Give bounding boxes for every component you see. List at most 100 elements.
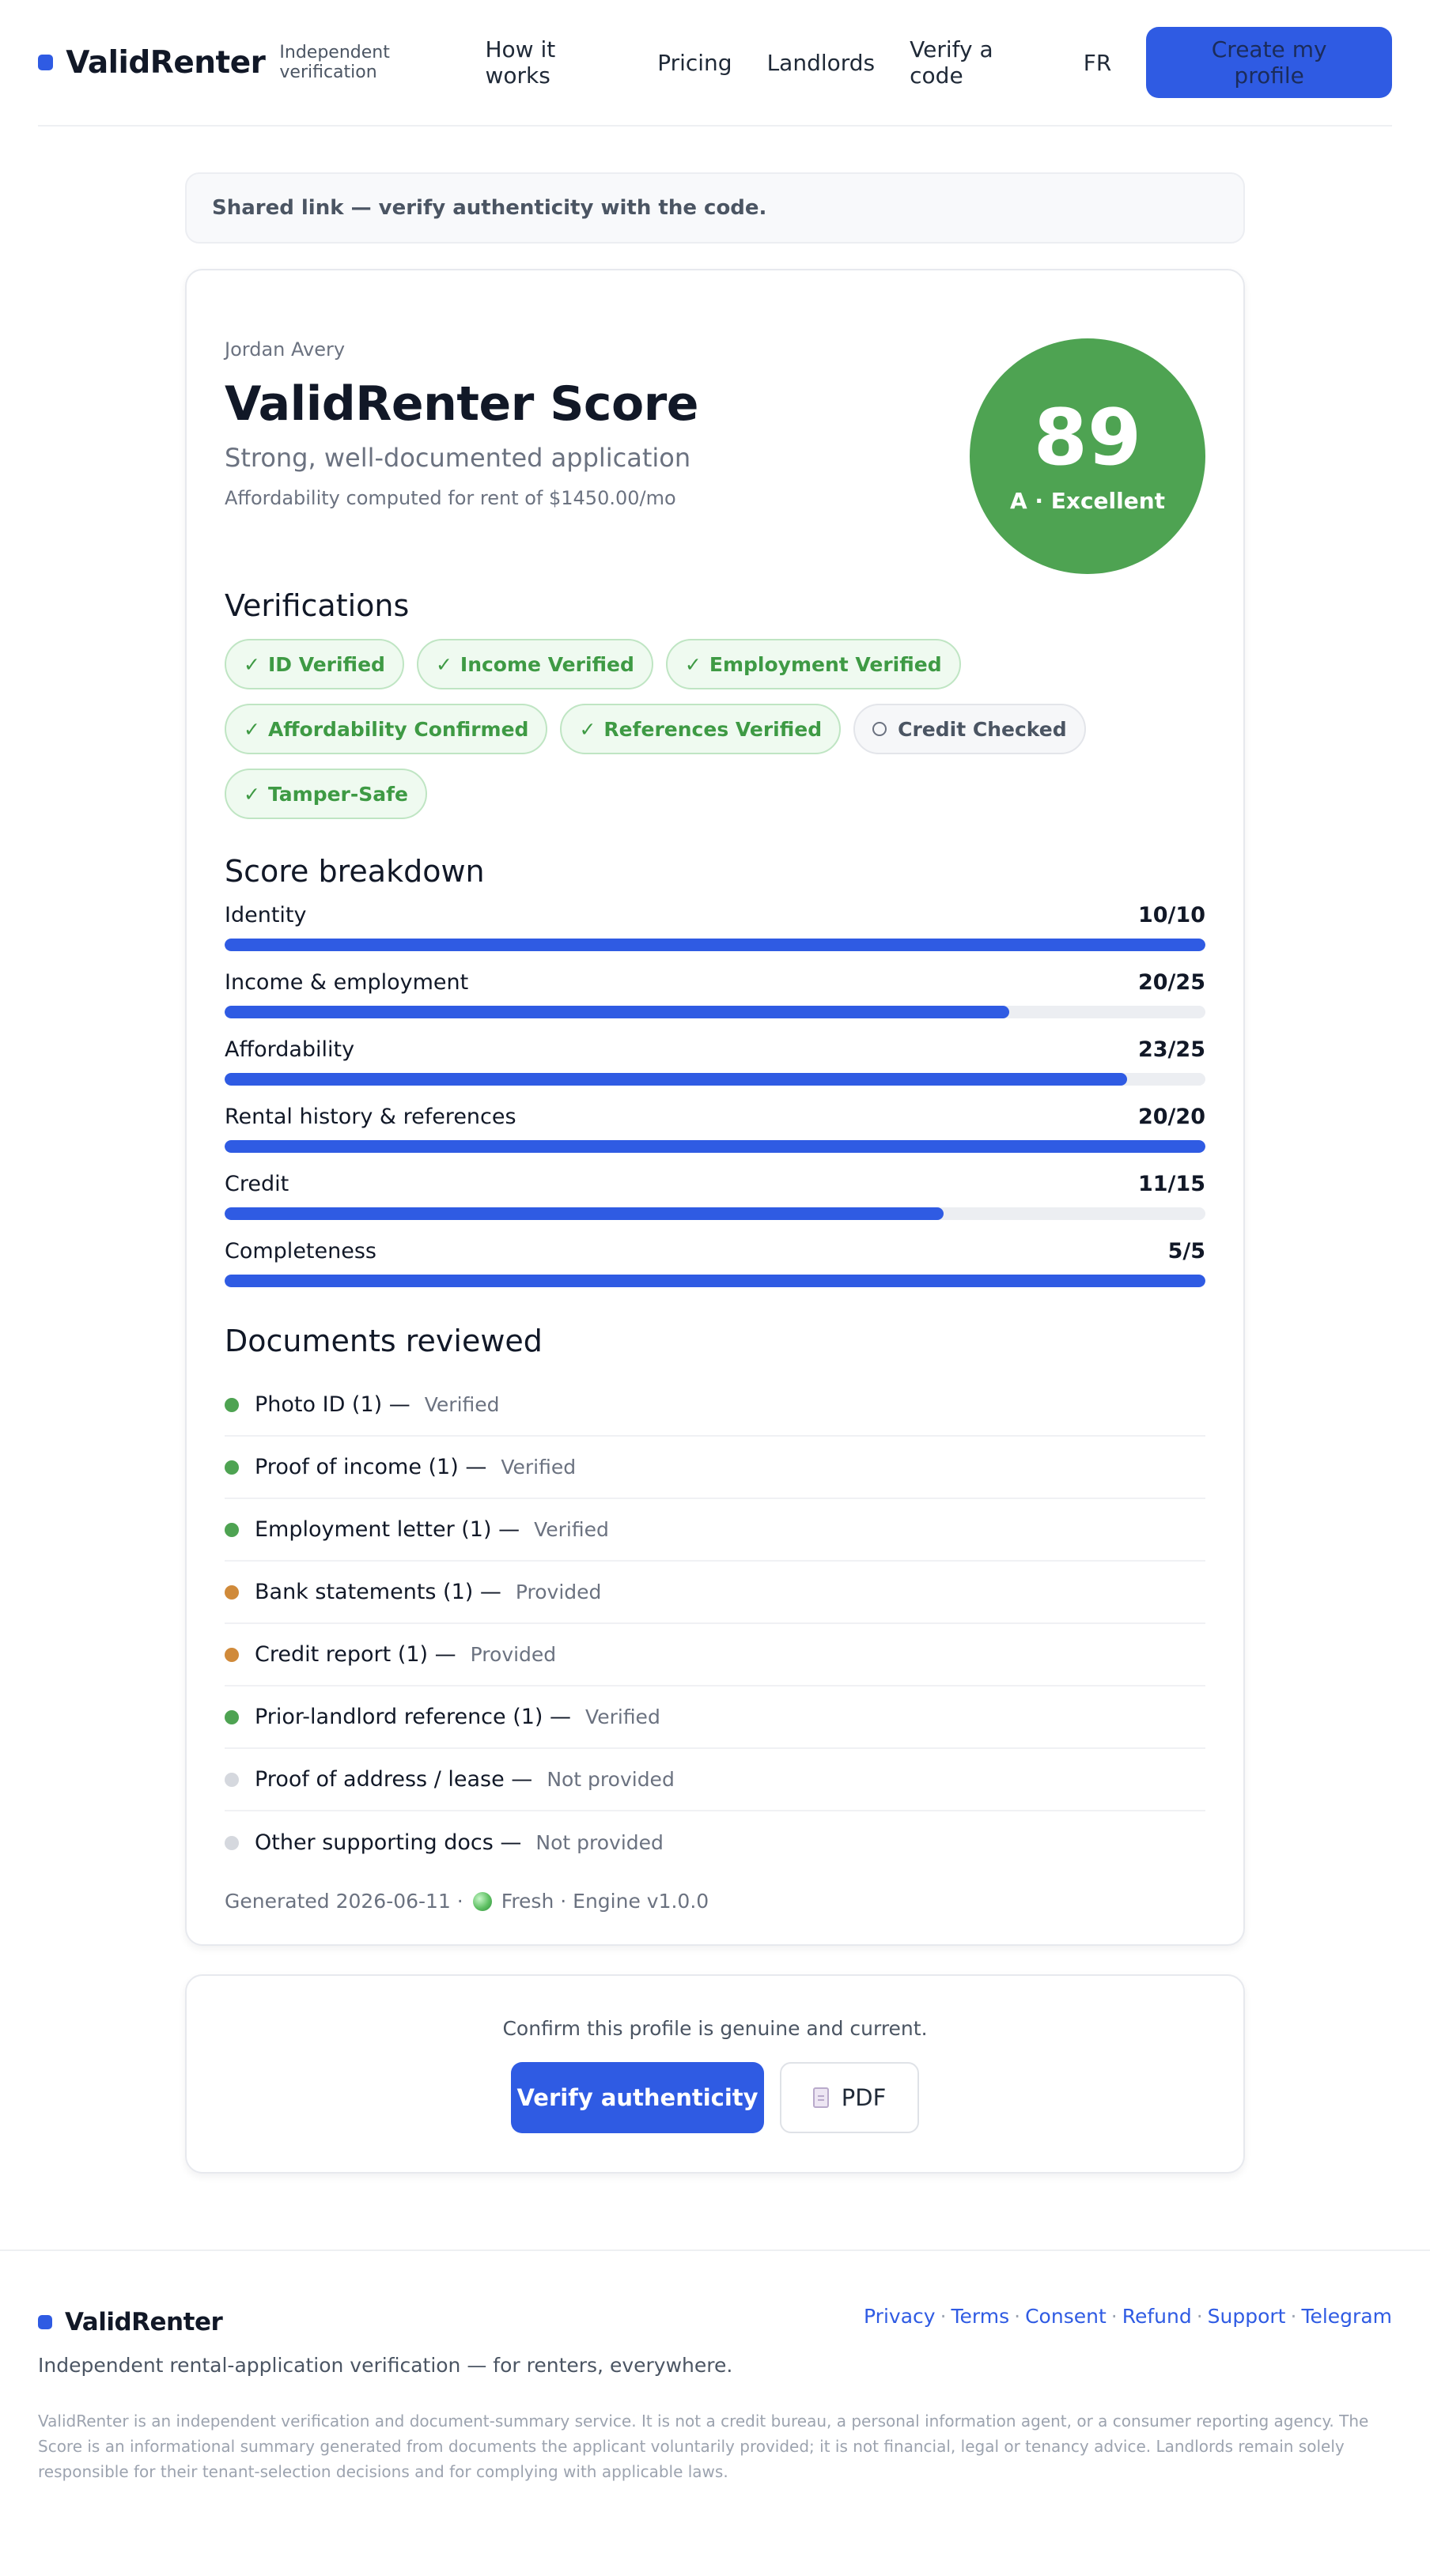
footer-link-privacy[interactable]: Privacy (864, 2305, 936, 2336)
score-breakdown: Identity 10/10 Income & employment 20/25 A… (225, 903, 1205, 1287)
list-item: Other supporting docs — Not provided (225, 1811, 1205, 1874)
status-badge: Verified (585, 1705, 660, 1728)
list-item: Bank statements (1) — Provided (225, 1562, 1205, 1624)
breakdown-score: 20/20 (1137, 1105, 1205, 1129)
breakdown-score: 5/5 (1167, 1239, 1205, 1263)
status-badge: Not provided (535, 1831, 664, 1854)
list-item: Proof of address / lease — Not provided (225, 1749, 1205, 1811)
progress-fill (225, 1073, 1127, 1086)
verifications-title: Verifications (225, 588, 410, 623)
brand-logo[interactable]: ValidRenter Independent verification (38, 43, 485, 82)
score-value: 89 (1033, 392, 1142, 483)
generated-info: Generated 2026-06-11 · Fresh · Engine v1… (225, 1890, 1205, 1913)
breakdown-label: Rental history & references (225, 1105, 516, 1129)
verify-authenticity-button[interactable]: Verify authenticity (511, 2062, 764, 2133)
circle-icon (872, 722, 887, 736)
verification-pills: ✓ ID Verified ✓ Income Verified ✓ Employmen… (225, 639, 1205, 819)
breakdown-label: Affordability (225, 1037, 355, 1062)
check-icon: ✓ (684, 652, 702, 676)
footer-link-telegram[interactable]: Telegram (1301, 2305, 1392, 2336)
check-icon: ✓ (244, 717, 260, 741)
breakdown-label: Income & employment (225, 970, 469, 995)
nav-landlords[interactable]: Landlords (767, 50, 876, 76)
nav-language-toggle[interactable]: FR (1084, 50, 1112, 76)
brand-mark-icon (38, 2315, 52, 2329)
legal-disclaimer: ValidRenter is an independent verificati… (38, 2412, 1369, 2481)
breakdown-row-credit: Credit 11/15 (225, 1172, 1205, 1220)
nav-verify-code[interactable]: Verify a code (910, 36, 1049, 89)
footer-link-consent[interactable]: Consent (1025, 2305, 1107, 2336)
nav-how-it-works[interactable]: How it works (485, 36, 622, 89)
list-item: Proof of income (1) — Verified (225, 1437, 1205, 1499)
create-profile-button[interactable]: Create my profile (1146, 27, 1392, 98)
footer-link-refund[interactable]: Refund (1122, 2305, 1192, 2336)
progress-track (225, 1006, 1205, 1018)
fresh-status-icon (472, 1891, 492, 1911)
list-item: Credit report (1) — Provided (225, 1624, 1205, 1686)
footer-brand[interactable]: ValidRenter (38, 2308, 223, 2336)
status-dot-icon (225, 1522, 239, 1537)
breakdown-label: Credit (225, 1172, 289, 1196)
status-badge: Not provided (547, 1768, 675, 1791)
progress-track (225, 1275, 1205, 1287)
list-item: Prior-landlord reference (1) — Verified (225, 1686, 1205, 1749)
breakdown-title: Score breakdown (225, 854, 485, 889)
site-footer: ValidRenter Privacy · Terms · Consent · Ref… (0, 2249, 1430, 2484)
document-icon (812, 2087, 829, 2108)
pill-id-verified: ✓ ID Verified (225, 639, 404, 689)
score-card: Jordan Avery ValidRenter Score Strong, w… (185, 269, 1245, 1946)
progress-fill (225, 1207, 944, 1220)
status-badge: Provided (470, 1643, 557, 1666)
documents-title: Documents reviewed (225, 1324, 543, 1358)
breakdown-score: 20/25 (1137, 970, 1205, 995)
status-badge: Verified (534, 1518, 609, 1541)
score-badge: 89 A · Excellent (970, 338, 1205, 574)
breakdown-row-rental-history: Rental history & references 20/20 (225, 1105, 1205, 1153)
pill-employment-verified: ✓ Employment Verified (665, 639, 961, 689)
status-dot-icon (225, 1772, 239, 1787)
confirm-text: Confirm this profile is genuine and curr… (502, 2017, 928, 2040)
status-dot-icon (225, 1709, 239, 1724)
pdf-button[interactable]: PDF (780, 2062, 919, 2133)
documents-list: Photo ID (1) — Verified Proof of income (… (225, 1374, 1205, 1874)
pill-references-verified: ✓ References Verified (560, 704, 842, 754)
confirm-actions: Verify authenticity PDF (511, 2062, 919, 2133)
generated-date: Generated 2026-06-11 · (225, 1890, 463, 1913)
footer-link-terms[interactable]: Terms (951, 2305, 1010, 2336)
brand-mark-icon (38, 55, 54, 70)
breakdown-score: 23/25 (1137, 1037, 1205, 1062)
breakdown-score: 11/15 (1137, 1172, 1205, 1196)
pill-credit-checked: Credit Checked (853, 704, 1086, 754)
footer-links: Privacy · Terms · Consent · Refund · Support… (864, 2305, 1392, 2336)
check-icon: ✓ (579, 717, 596, 741)
breakdown-row-completeness: Completeness 5/5 (225, 1239, 1205, 1287)
status-badge: Verified (424, 1393, 500, 1416)
breakdown-score: 10/10 (1137, 903, 1205, 927)
pill-income-verified: ✓ Income Verified (416, 639, 653, 689)
footer-tagline: Independent rental-application verificat… (38, 2354, 733, 2377)
status-dot-icon (225, 1460, 239, 1475)
nav-pricing[interactable]: Pricing (657, 50, 732, 76)
progress-fill (225, 939, 1205, 951)
progress-track (225, 1207, 1205, 1220)
progress-fill (225, 1140, 1205, 1153)
engine-version: Fresh · Engine v1.0.0 (501, 1890, 709, 1913)
progress-track (225, 1140, 1205, 1153)
status-dot-icon (225, 1397, 239, 1412)
breakdown-row-affordability: Affordability 23/25 (225, 1037, 1205, 1086)
progress-fill (225, 1006, 1009, 1018)
status-dot-icon (225, 1835, 239, 1850)
pill-tamper-safe: ✓ Tamper-Safe (225, 769, 427, 819)
main-content: Shared link — verify authenticity with t… (185, 172, 1245, 2174)
check-icon: ✓ (244, 652, 260, 676)
brand-tagline: Independent verification (279, 43, 390, 82)
footer-link-support[interactable]: Support (1208, 2305, 1286, 2336)
pdf-button-label: PDF (841, 2084, 887, 2111)
status-dot-icon (225, 1585, 239, 1600)
list-item: Photo ID (1) — Verified (225, 1374, 1205, 1437)
list-item: Employment letter (1) — Verified (225, 1499, 1205, 1562)
confirm-card: Confirm this profile is genuine and curr… (185, 1974, 1245, 2174)
site-header: ValidRenter Independent verification How… (38, 0, 1392, 127)
progress-track (225, 939, 1205, 951)
footer-brand-name: ValidRenter (65, 2308, 223, 2336)
